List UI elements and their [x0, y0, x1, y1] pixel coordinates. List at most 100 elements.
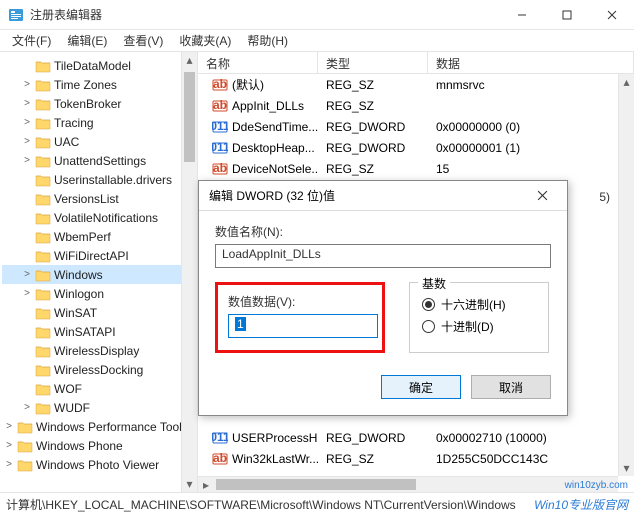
name-input[interactable]: LoadAppInit_DLLs [215, 244, 551, 268]
tree-node[interactable]: WirelessDisplay [2, 341, 197, 360]
menu-edit[interactable]: 编辑(E) [59, 30, 115, 51]
expander-icon[interactable]: > [20, 117, 34, 128]
tree-node[interactable]: WinSATAPI [2, 322, 197, 341]
tree-node[interactable]: >Windows Phone [2, 436, 197, 455]
minimize-button[interactable] [499, 0, 544, 30]
value-type: REG_DWORD [318, 141, 428, 155]
tree-node[interactable]: >TokenBroker [2, 94, 197, 113]
scroll-up-icon[interactable]: ▴ [619, 74, 634, 90]
tree-scrollbar[interactable]: ▴ ▾ [181, 52, 197, 492]
list-row[interactable]: 011USERProcessH...REG_DWORD0x00002710 (1… [198, 427, 634, 448]
folder-icon [35, 382, 51, 396]
expander-icon[interactable]: > [20, 79, 34, 90]
folder-icon [35, 97, 51, 111]
radix-hex-radio[interactable]: 十六进制(H) [422, 296, 536, 313]
tree-node[interactable]: >Tracing [2, 113, 197, 132]
tree-node[interactable]: >Windows [2, 265, 197, 284]
tree-node[interactable]: >WUDF [2, 398, 197, 417]
tree-node[interactable]: WirelessDocking [2, 360, 197, 379]
list-row[interactable]: ab(默认)REG_SZmnmsrvc [198, 74, 634, 95]
menu-favorites[interactable]: 收藏夹(A) [171, 30, 239, 51]
expander-icon[interactable]: > [20, 288, 34, 299]
partial-hidden-text: 5) [599, 190, 610, 204]
dialog-close-button[interactable] [527, 181, 557, 211]
value-name: Win32kLastWr... [232, 452, 318, 466]
tree-node[interactable]: >UAC [2, 132, 197, 151]
scroll-thumb[interactable] [184, 72, 195, 162]
scroll-thumb-h[interactable] [216, 479, 416, 490]
ok-button[interactable]: 确定 [381, 375, 461, 399]
status-path: 计算机\HKEY_LOCAL_MACHINE\SOFTWARE\Microsof… [6, 496, 516, 513]
folder-icon [35, 325, 51, 339]
tree-node[interactable]: > Windows Performance Toolk [2, 417, 197, 436]
tree-node[interactable]: >Winlogon [2, 284, 197, 303]
svg-text:ab: ab [213, 98, 227, 112]
col-name[interactable]: 名称 [198, 52, 318, 73]
folder-icon [35, 249, 51, 263]
maximize-button[interactable] [544, 0, 589, 30]
tree-node[interactable]: Userinstallable.drivers [2, 170, 197, 189]
tree-node[interactable]: WOF [2, 379, 197, 398]
window-title: 注册表编辑器 [30, 6, 499, 23]
tree-node[interactable]: WiFiDirectAPI [2, 246, 197, 265]
folder-icon [17, 420, 33, 434]
folder-icon [35, 268, 51, 282]
radix-legend: 基数 [418, 275, 450, 292]
tree-node-label: TileDataModel [54, 59, 131, 73]
value-name: DesktopHeap... [232, 141, 315, 155]
tree-node-label: WinSAT [54, 306, 97, 320]
scroll-down-icon[interactable]: ▾ [182, 476, 197, 492]
col-data[interactable]: 数据 [428, 52, 634, 73]
expander-icon[interactable]: > [2, 440, 16, 451]
expander-icon[interactable]: > [20, 136, 34, 147]
tree-node[interactable]: WbemPerf [2, 227, 197, 246]
expander-icon[interactable]: > [20, 269, 34, 280]
menu-help[interactable]: 帮助(H) [239, 30, 296, 51]
list-row[interactable]: abWin32kLastWr...REG_SZ1D255C50DCC143C [198, 448, 634, 469]
expander-icon[interactable]: > [2, 421, 16, 432]
list-row[interactable]: abAppInit_DLLsREG_SZ [198, 95, 634, 116]
tree-node[interactable]: > Windows Photo Viewer [2, 455, 197, 474]
tree-node[interactable]: WinSAT [2, 303, 197, 322]
list-row[interactable]: abDeviceNotSele...REG_SZ15 [198, 158, 634, 179]
list-row[interactable]: 011DesktopHeap...REG_DWORD0x00000001 (1) [198, 137, 634, 158]
scroll-up-icon[interactable]: ▴ [182, 52, 197, 68]
expander-icon[interactable]: > [2, 459, 16, 470]
expander-icon[interactable]: > [20, 98, 34, 109]
tree-node[interactable]: VersionsList [2, 189, 197, 208]
scroll-right-icon[interactable]: ▸ [198, 477, 214, 492]
expander-icon[interactable]: > [20, 155, 34, 166]
value-type: REG_DWORD [318, 120, 428, 134]
list-row[interactable]: 011DdeSendTime...REG_DWORD0x00000000 (0) [198, 116, 634, 137]
menu-view[interactable]: 查看(V) [115, 30, 171, 51]
cancel-button[interactable]: 取消 [471, 375, 551, 399]
folder-icon [35, 78, 51, 92]
name-label: 数值名称(N): [215, 223, 551, 240]
tree-node[interactable]: VolatileNotifications [2, 208, 197, 227]
tree-node-label: WinSATAPI [54, 325, 116, 339]
value-data: 0x00000000 (0) [428, 120, 634, 134]
value-highlight-box: 数值数据(V): 1 [215, 282, 385, 353]
expander-icon[interactable]: > [20, 402, 34, 413]
radix-dec-radio[interactable]: 十进制(D) [422, 318, 536, 335]
value-type: REG_SZ [318, 452, 428, 466]
tree-node-label: Windows Performance Toolk [36, 420, 188, 434]
list-scrollbar-v[interactable]: ▴ ▾ [618, 74, 634, 476]
close-button[interactable] [589, 0, 634, 30]
tree-node[interactable]: TileDataModel [2, 56, 197, 75]
binary-value-icon: 011 [212, 430, 228, 446]
menu-file[interactable]: 文件(F) [4, 30, 59, 51]
scroll-down-icon[interactable]: ▾ [619, 460, 634, 476]
value-input[interactable]: 1 [228, 314, 378, 338]
radix-group: 基数 十六进制(H) 十进制(D) [409, 282, 549, 353]
tree-node[interactable]: >UnattendSettings [2, 151, 197, 170]
col-type[interactable]: 类型 [318, 52, 428, 73]
tree-node[interactable]: >Time Zones [2, 75, 197, 94]
tree-node-label: WirelessDisplay [54, 344, 139, 358]
folder-icon [17, 458, 33, 472]
value-name: (默认) [232, 76, 264, 93]
folder-icon [35, 306, 51, 320]
svg-text:ab: ab [213, 451, 227, 465]
tree-node-label: Windows Photo Viewer [36, 458, 159, 472]
radio-dot-icon [422, 320, 435, 333]
